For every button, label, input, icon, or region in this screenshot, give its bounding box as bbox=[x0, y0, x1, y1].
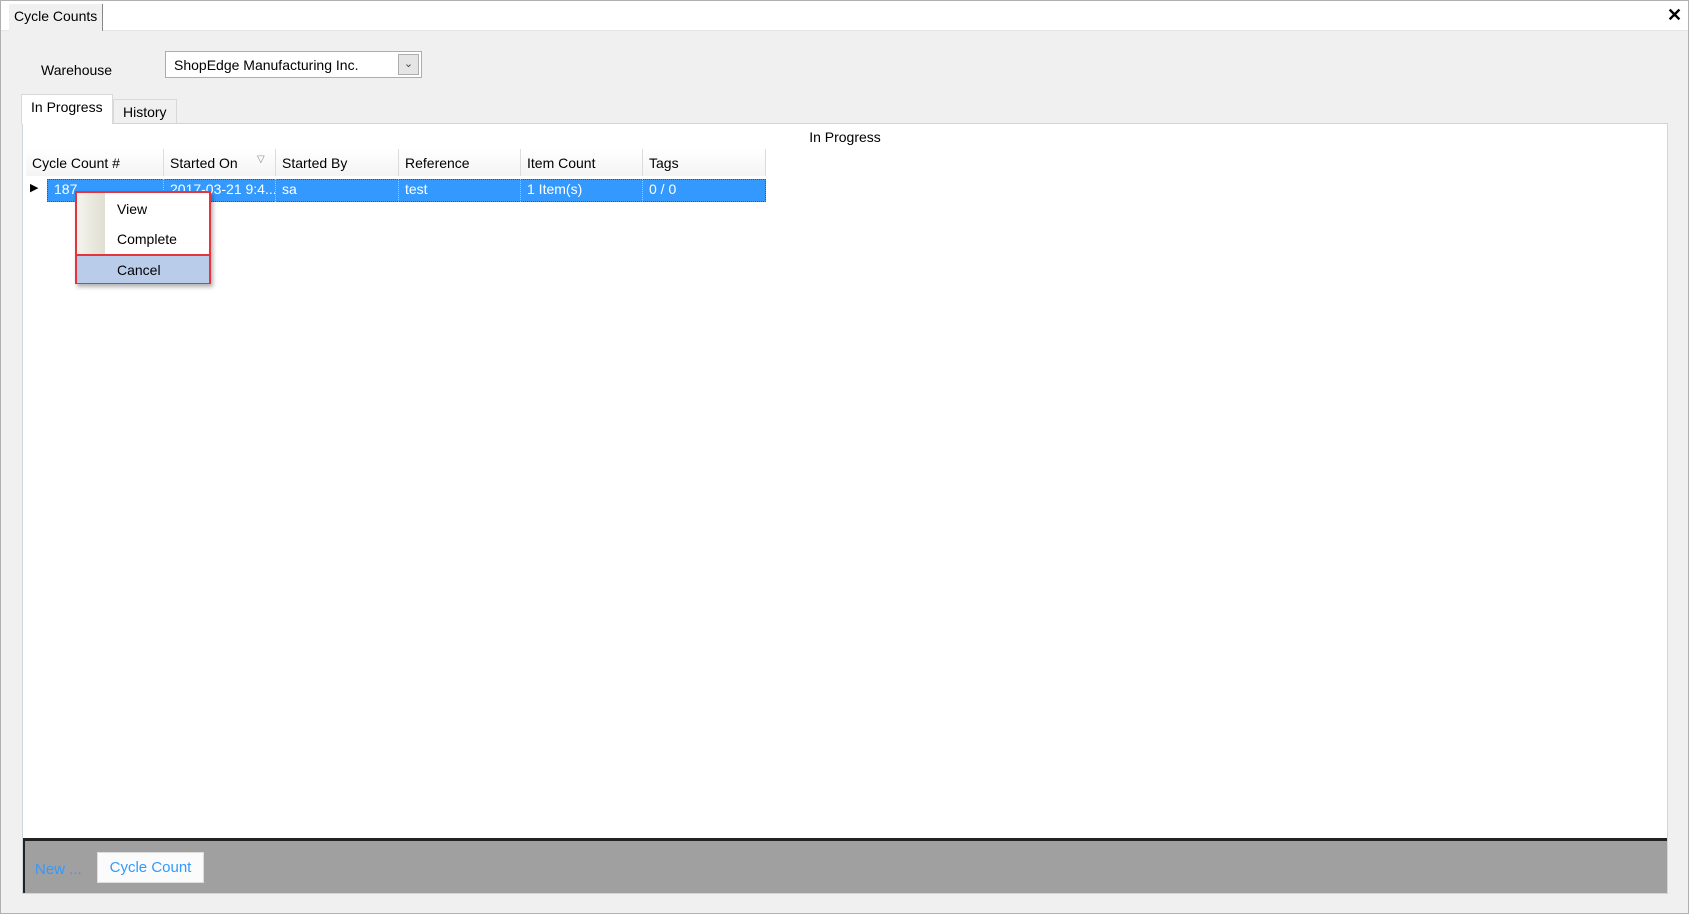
column-header-tags[interactable]: Tags bbox=[643, 149, 766, 176]
sort-icon: ▽ bbox=[257, 154, 265, 165]
close-icon[interactable]: ✕ bbox=[1667, 5, 1682, 26]
column-header-started-by[interactable]: Started By bbox=[276, 149, 399, 176]
new-label: New ... bbox=[35, 861, 82, 878]
tab-in-progress[interactable]: In Progress bbox=[21, 94, 113, 124]
menu-item-view[interactable]: View bbox=[77, 195, 209, 224]
menu-item-cancel[interactable]: Cancel bbox=[77, 254, 209, 283]
window-tab-cycle-counts[interactable]: Cycle Counts bbox=[9, 4, 104, 31]
bottom-toolbar: New ... Cycle Count bbox=[23, 838, 1667, 893]
in-progress-panel: In Progress Cycle Count # Started On ▽ S… bbox=[22, 123, 1668, 894]
tab-history[interactable]: History bbox=[113, 99, 177, 124]
panel-caption: In Progress bbox=[809, 129, 881, 145]
cell-item-count[interactable]: 1 Item(s) bbox=[521, 179, 643, 202]
warehouse-label: Warehouse bbox=[41, 62, 113, 78]
cell-started-by[interactable]: sa bbox=[276, 179, 399, 202]
column-header-reference[interactable]: Reference bbox=[399, 149, 521, 176]
cell-tags[interactable]: 0 / 0 bbox=[643, 179, 766, 202]
context-menu: View Complete Cancel bbox=[75, 191, 211, 284]
column-header-item-count[interactable]: Item Count bbox=[521, 149, 643, 176]
warehouse-select[interactable]: ShopEdge Manufacturing Inc. ⌄ bbox=[165, 51, 422, 78]
new-cycle-count-button[interactable]: Cycle Count bbox=[97, 852, 204, 883]
warehouse-value: ShopEdge Manufacturing Inc. bbox=[174, 57, 359, 73]
chevron-down-icon[interactable]: ⌄ bbox=[398, 54, 419, 75]
menu-item-complete[interactable]: Complete bbox=[77, 225, 209, 254]
cell-reference[interactable]: test bbox=[399, 179, 521, 202]
row-indicator-icon: ▶ bbox=[30, 182, 39, 194]
title-bar: Cycle Counts ✕ bbox=[1, 1, 1688, 31]
column-header-cycle-count[interactable]: Cycle Count # bbox=[26, 149, 164, 176]
